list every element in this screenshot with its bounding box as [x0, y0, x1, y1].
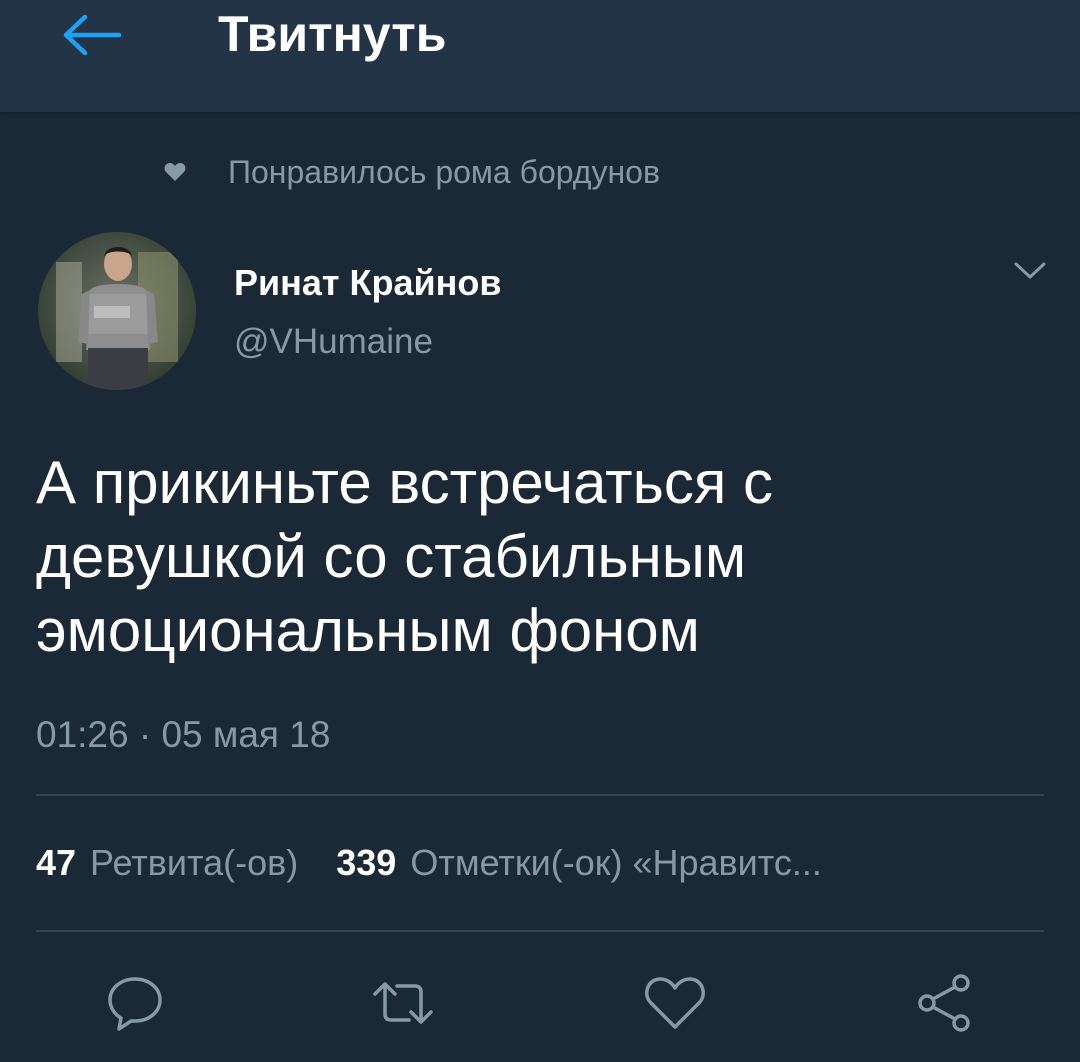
arrow-left-icon — [61, 13, 123, 62]
retweets-count[interactable]: 47 — [36, 842, 76, 884]
liked-by-text: Понравилось рома бордунов — [228, 153, 660, 190]
tweet-actions — [0, 970, 1080, 1040]
share-button[interactable] — [910, 970, 980, 1040]
reply-icon — [105, 975, 165, 1036]
share-icon — [915, 973, 975, 1038]
tweet-stats: 47 Ретвита(-ов) 339 Отметки(-ок) «Нравит… — [36, 842, 822, 884]
author-handle[interactable]: @VHumaine — [234, 322, 433, 362]
chevron-down-icon — [1013, 261, 1047, 286]
page-title: Твитнуть — [218, 6, 447, 62]
tweet-text: А прикиньте встречаться с девушкой со ст… — [36, 449, 774, 664]
retweet-button[interactable] — [368, 970, 438, 1040]
tweet-timestamp: 01:26 · 05 мая 18 — [36, 714, 331, 755]
heart-icon — [160, 157, 190, 187]
like-button[interactable] — [640, 970, 710, 1040]
back-button[interactable] — [56, 8, 128, 66]
avatar[interactable] — [38, 232, 196, 390]
top-app-bar: Твитнуть — [0, 0, 1080, 112]
tweet-options-button[interactable] — [1010, 258, 1050, 288]
divider — [36, 930, 1044, 932]
divider — [36, 794, 1044, 796]
reply-button[interactable] — [100, 970, 170, 1040]
likes-label[interactable]: Отметки(-ок) «Нравитс... — [410, 842, 822, 884]
likes-count[interactable]: 339 — [336, 842, 396, 884]
social-context: Понравилось рома бордунов — [160, 148, 660, 196]
retweets-label[interactable]: Ретвита(-ов) — [90, 842, 298, 884]
like-icon — [644, 975, 706, 1036]
author-name[interactable]: Ринат Крайнов — [234, 262, 502, 304]
retweet-icon — [371, 978, 435, 1033]
